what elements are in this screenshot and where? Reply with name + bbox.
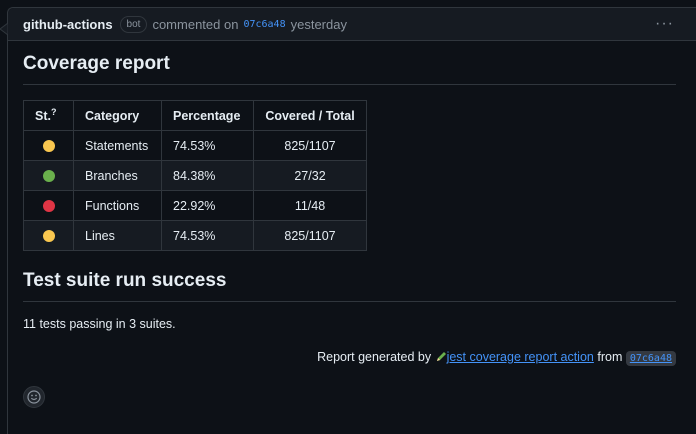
- table-row: Statements 74.53% 825/1107: [23, 130, 367, 161]
- status-dot-icon: [42, 140, 55, 153]
- smiley-icon: [27, 390, 41, 404]
- table-row: Branches 84.38% 27/32: [23, 160, 367, 191]
- covered-cell: 825/1107: [253, 130, 367, 161]
- percentage-cell: 74.53%: [161, 130, 254, 161]
- status-dot-icon: [42, 230, 55, 243]
- comment-pointer: [0, 23, 8, 35]
- percentage-cell: 22.92%: [161, 190, 254, 221]
- suite-title: Test suite run success: [23, 270, 676, 302]
- comment-header: github-actions bot commented on 07c6a48 …: [8, 8, 696, 41]
- table-row: Lines 74.53% 825/1107: [23, 220, 367, 251]
- add-reaction-button[interactable]: [23, 386, 45, 408]
- coverage-table: St.? Category Percentage Covered / Total…: [23, 100, 367, 251]
- status-dot-icon: [42, 170, 55, 183]
- category-cell: Statements: [73, 130, 162, 161]
- comment-card: github-actions bot commented on 07c6a48 …: [0, 7, 696, 434]
- coverage-title: Coverage report: [23, 53, 676, 85]
- percentage-cell: 84.38%: [161, 160, 254, 191]
- covered-cell: 27/32: [253, 160, 367, 191]
- action-link[interactable]: jest coverage report action: [447, 350, 594, 364]
- category-cell: Branches: [73, 160, 162, 191]
- report-from: from: [597, 350, 623, 364]
- covered-cell: 11/48: [253, 190, 367, 221]
- category-cell: Lines: [73, 220, 162, 251]
- header-status: St.?: [23, 100, 74, 131]
- status-cell: [23, 190, 74, 221]
- header-covered: Covered / Total: [253, 100, 367, 131]
- status-cell: [23, 130, 74, 161]
- status-cell: [23, 220, 74, 251]
- percentage-cell: 74.53%: [161, 220, 254, 251]
- report-commit-link[interactable]: 07c6a48: [625, 351, 676, 366]
- report-footer: Report generated by jest coverage report…: [23, 350, 676, 366]
- category-cell: Functions: [73, 190, 162, 221]
- action-text: commented on: [152, 16, 239, 32]
- header-category: Category: [73, 100, 162, 131]
- table-header-row: St.? Category Percentage Covered / Total: [23, 100, 367, 131]
- table-row: Functions 22.92% 11/48: [23, 190, 367, 221]
- pencil-icon: [436, 352, 446, 361]
- comment-time[interactable]: yesterday: [291, 17, 347, 32]
- header-percentage: Percentage: [161, 100, 254, 131]
- report-prefix: Report generated by: [317, 350, 432, 364]
- commit-link[interactable]: 07c6a48: [243, 19, 285, 30]
- more-options-icon[interactable]: ···: [655, 16, 674, 32]
- help-icon[interactable]: ?: [51, 107, 57, 117]
- status-dot-icon: [42, 200, 55, 213]
- bot-badge: bot: [119, 15, 148, 33]
- suite-summary: 11 tests passing in 3 suites.: [23, 317, 176, 331]
- comment-body: Coverage report St.? Category Percentage…: [8, 53, 696, 366]
- author-name[interactable]: github-actions: [23, 17, 113, 32]
- covered-cell: 825/1107: [253, 220, 367, 251]
- status-cell: [23, 160, 74, 191]
